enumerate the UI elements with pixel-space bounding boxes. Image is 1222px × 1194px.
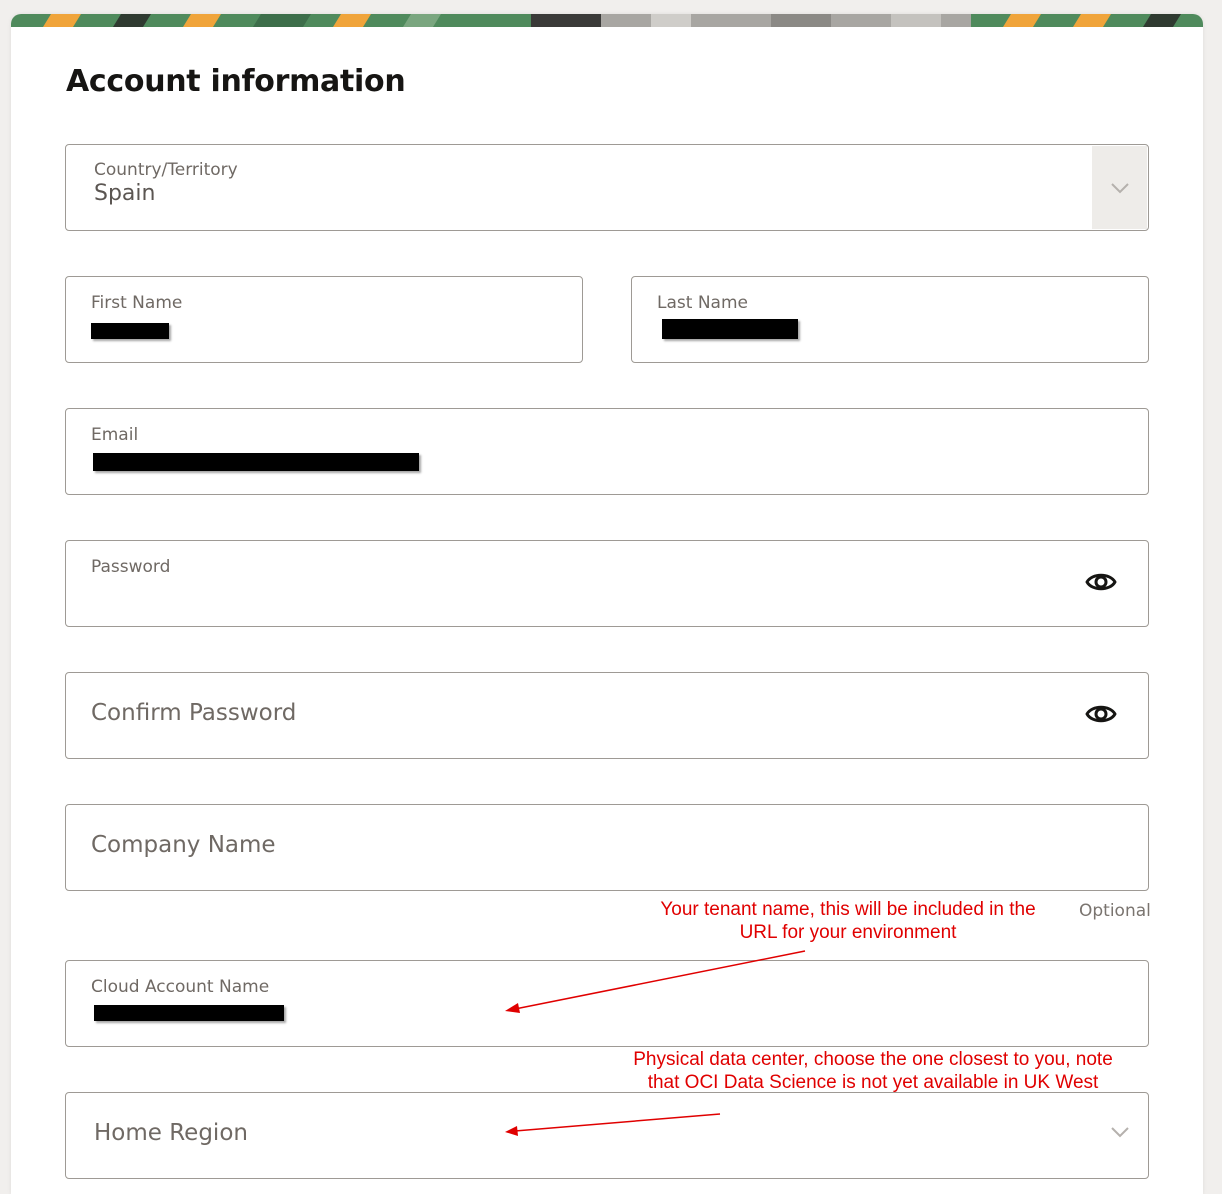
annotation-arrows — [505, 950, 806, 1136]
